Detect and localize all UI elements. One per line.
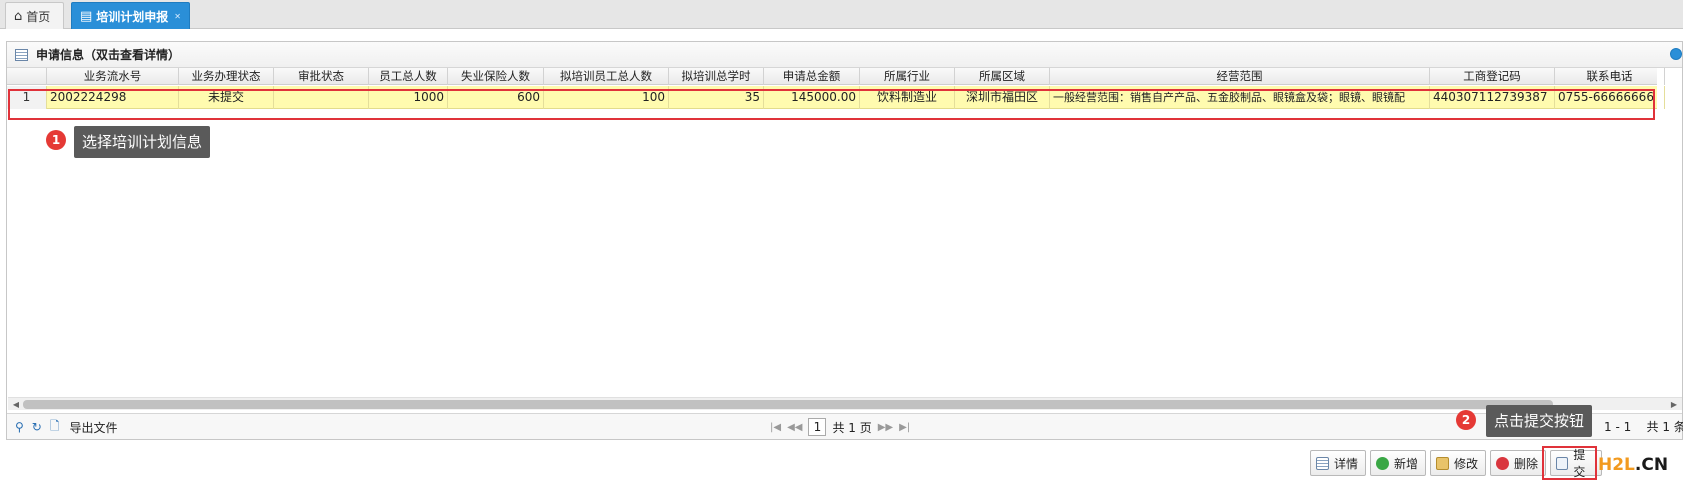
- detail-button-label: 详情: [1334, 456, 1359, 471]
- edit-button-label: 修改: [1454, 456, 1479, 471]
- search-icon[interactable]: ⚲: [15, 420, 24, 434]
- list-icon: [15, 48, 28, 61]
- horizontal-scrollbar[interactable]: ◀ ▶: [8, 397, 1682, 410]
- scroll-left-icon[interactable]: ◀: [10, 399, 22, 410]
- callout-badge-1: 1: [46, 130, 66, 150]
- edit-icon: [1436, 456, 1449, 470]
- header-industry[interactable]: 所属行业: [860, 68, 955, 85]
- callout-tip-select-plan: 选择培训计划信息: [74, 126, 211, 158]
- header-serial-no[interactable]: 业务流水号: [47, 68, 179, 85]
- export-file-link[interactable]: 导出文件: [70, 419, 118, 436]
- watermark-brand: H2L: [1598, 455, 1635, 475]
- submit-highlight-box: [1542, 446, 1597, 480]
- header-employee-total[interactable]: 员工总人数: [369, 68, 448, 85]
- record-range: 1 - 1: [1604, 420, 1632, 434]
- next-page-icon[interactable]: ▶▶: [878, 422, 893, 433]
- callout-tip-click-submit: 点击提交按钮: [1486, 405, 1593, 437]
- callout-badge-2: 2: [1456, 410, 1476, 430]
- delete-button[interactable]: 删除: [1490, 450, 1546, 476]
- grid-header: 业务流水号 业务办理状态 审批状态 员工总人数 失业保险人数 拟培训员工总人数 …: [7, 68, 1665, 85]
- header-insured-count[interactable]: 失业保险人数: [448, 68, 544, 85]
- total-pages: 共 1 页: [832, 420, 872, 435]
- minus-circle-icon: [1496, 456, 1509, 470]
- form-icon: ▤: [80, 8, 93, 24]
- delete-button-label: 删除: [1514, 456, 1539, 471]
- export-icon[interactable]: 🗋: [50, 417, 60, 438]
- close-icon[interactable]: ✕: [174, 12, 181, 21]
- refresh-icon[interactable]: ↻: [32, 420, 42, 434]
- scroll-right-icon[interactable]: ▶: [1668, 399, 1680, 410]
- pagination-bar: ⚲ ↻ 🗋 导出文件 |◀ ◀◀ 1 共 1 页 ▶▶ ▶| 1 - 1 共 1…: [7, 413, 1683, 440]
- edit-button[interactable]: 修改: [1430, 450, 1486, 476]
- record-summary: 1 - 1 共 1 条: [1604, 414, 1683, 440]
- last-page-icon[interactable]: ▶|: [899, 422, 910, 433]
- pager-tools: ⚲ ↻ 🗋 导出文件: [15, 414, 118, 440]
- detail-button[interactable]: 详情: [1310, 450, 1366, 476]
- page-number-input[interactable]: 1: [808, 418, 827, 436]
- add-button-label: 新增: [1394, 456, 1419, 471]
- tab-training-plan-label: 培训计划申报: [96, 9, 169, 24]
- first-page-icon[interactable]: |◀: [770, 422, 781, 433]
- header-rownum: [7, 68, 47, 85]
- header-region[interactable]: 所属区域: [955, 68, 1050, 85]
- plus-circle-icon: [1376, 456, 1389, 470]
- header-registration-code[interactable]: 工商登记码: [1430, 68, 1555, 85]
- tab-home[interactable]: ⌂ 首页: [5, 2, 64, 29]
- header-business-status[interactable]: 业务办理状态: [179, 68, 274, 85]
- panel-title: 申请信息（双击查看详情）: [36, 48, 181, 62]
- header-trainee-total[interactable]: 拟培训员工总人数: [544, 68, 669, 85]
- watermark-suffix: .CN: [1634, 455, 1669, 475]
- row-highlight-box: [8, 89, 1655, 120]
- add-button[interactable]: 新增: [1370, 450, 1426, 476]
- header-training-hours[interactable]: 拟培训总学时: [669, 68, 764, 85]
- home-icon: ⌂: [14, 8, 23, 24]
- tab-home-label: 首页: [26, 9, 51, 24]
- tab-training-plan[interactable]: ▤ 培训计划申报 ✕: [71, 2, 190, 29]
- page-navigator: |◀ ◀◀ 1 共 1 页 ▶▶ ▶|: [770, 414, 910, 440]
- prev-page-icon[interactable]: ◀◀: [787, 422, 802, 433]
- header-business-scope[interactable]: 经营范围: [1050, 68, 1430, 85]
- header-total-amount[interactable]: 申请总金额: [764, 68, 860, 85]
- watermark-logo: H2L.CN: [1598, 455, 1668, 475]
- panel-header: 申请信息（双击查看详情）: [7, 42, 1682, 68]
- scrollbar-thumb[interactable]: [23, 400, 1553, 409]
- header-phone[interactable]: 联系电话: [1555, 68, 1665, 85]
- tab-bar: ⌂ 首页 ▤ 培训计划申报 ✕: [0, 0, 1683, 29]
- collapse-icon[interactable]: [1670, 48, 1682, 60]
- record-total: 共 1 条: [1646, 420, 1683, 434]
- header-approval-status[interactable]: 审批状态: [274, 68, 369, 85]
- details-icon: [1316, 456, 1329, 470]
